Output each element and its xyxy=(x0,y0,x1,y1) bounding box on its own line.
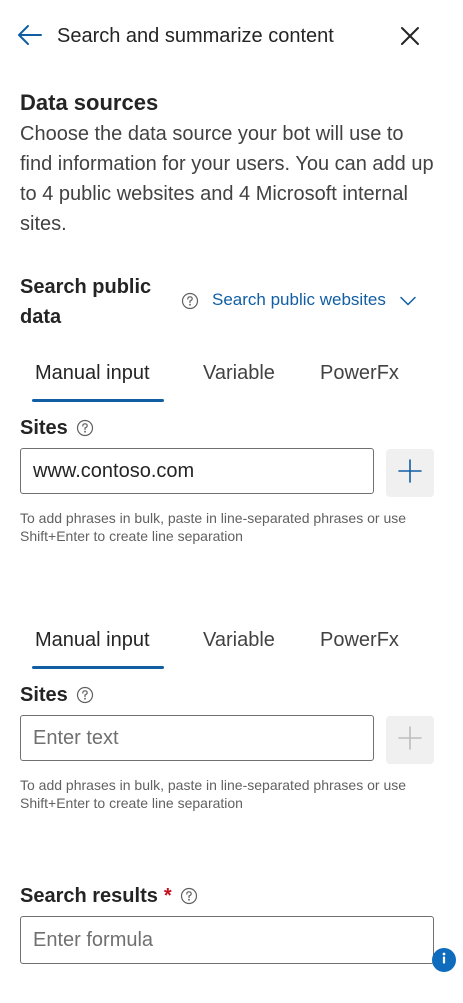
panel-title: Search and summarize content xyxy=(57,25,334,47)
sites-label-text: Sites xyxy=(20,684,68,706)
sites-input[interactable] xyxy=(20,715,374,761)
help-icon[interactable] xyxy=(180,887,198,905)
back-button[interactable] xyxy=(14,22,46,52)
tab-powerfx[interactable]: PowerFx xyxy=(320,619,399,667)
data-sources-description: Choose the data source your bot will use… xyxy=(20,123,434,235)
add-site-button[interactable] xyxy=(386,716,434,764)
input-mode-tabs: Manual input Variable PowerFx xyxy=(20,619,440,669)
sites-label-text: Sites xyxy=(20,417,68,439)
help-icon[interactable] xyxy=(76,686,94,704)
tab-variable[interactable]: Variable xyxy=(203,619,275,667)
search-results-label: Search results * xyxy=(20,881,198,911)
info-icon xyxy=(438,951,450,970)
sites-label: Sites xyxy=(20,680,94,710)
plus-icon xyxy=(398,725,422,755)
panel-header: Search and summarize content xyxy=(0,0,463,72)
tab-powerfx[interactable]: PowerFx xyxy=(320,352,399,400)
add-site-button[interactable] xyxy=(386,449,434,497)
bulk-add-hint: To add phrases in bulk, paste in line-se… xyxy=(20,777,407,811)
info-badge[interactable] xyxy=(432,948,456,972)
close-icon xyxy=(400,26,420,51)
search-public-data-label: Search public data xyxy=(20,276,152,328)
bulk-add-hint: To add phrases in bulk, paste in line-se… xyxy=(20,510,407,544)
sites-label: Sites xyxy=(20,413,94,443)
help-icon[interactable] xyxy=(76,419,94,437)
search-public-websites-dropdown[interactable]: Search public websites xyxy=(212,286,416,314)
chevron-down-icon xyxy=(400,296,416,306)
data-sources-heading: Data sources xyxy=(20,90,159,115)
close-button[interactable] xyxy=(394,22,426,54)
tab-variable[interactable]: Variable xyxy=(203,352,275,400)
active-tab-indicator xyxy=(32,399,164,402)
dropdown-selected-value: Search public websites xyxy=(212,290,386,309)
plus-icon xyxy=(398,458,422,488)
active-tab-indicator xyxy=(32,666,164,669)
search-results-label-text: Search results xyxy=(20,885,158,907)
required-marker: * xyxy=(163,885,172,907)
tab-manual-input[interactable]: Manual input xyxy=(35,352,150,400)
arrow-left-icon xyxy=(17,24,43,51)
input-mode-tabs: Manual input Variable PowerFx xyxy=(20,352,440,402)
tab-manual-input[interactable]: Manual input xyxy=(35,619,150,667)
sites-input[interactable] xyxy=(20,448,374,494)
search-results-formula-input[interactable] xyxy=(20,916,434,964)
help-icon[interactable] xyxy=(181,292,199,310)
